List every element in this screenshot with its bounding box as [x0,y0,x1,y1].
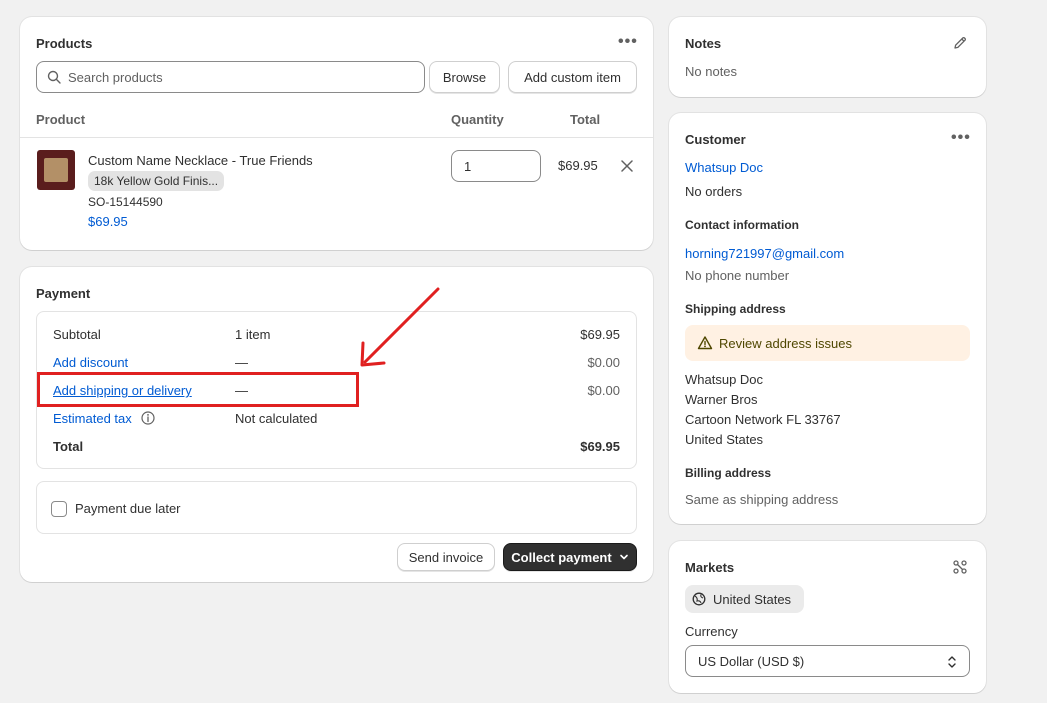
contact-info-title: Contact information [685,218,799,232]
market-badge: United States [685,585,804,613]
collect-payment-button[interactable]: Collect payment [503,543,637,571]
payment-due-later-label: Payment due later [75,501,181,516]
product-thumbnail-inner [44,158,68,182]
estimated-tax-link[interactable]: Estimated tax [53,411,132,426]
products-more-icon[interactable]: ••• [618,34,638,50]
currency-label: Currency [685,624,738,639]
products-title: Products [36,36,93,51]
address-line-3: Cartoon Network FL 33767 [685,412,841,427]
shipping-address-title: Shipping address [685,302,786,316]
warning-icon [697,336,713,350]
currency-selected-value: US Dollar (USD $) [698,654,805,669]
customer-name-link[interactable]: Whatsup Doc [685,160,763,175]
remove-item-icon[interactable] [621,160,633,172]
markets-card: Markets United States Currency US Dollar… [669,541,986,693]
total-amount: $69.95 [580,439,620,454]
subtotal-label: Subtotal [53,327,101,342]
header-product: Product [36,112,86,127]
payment-title: Payment [36,286,91,301]
billing-address-title: Billing address [685,466,772,480]
markets-title: Markets [685,560,735,575]
annotation-arrow-icon [360,287,440,367]
customer-title: Customer [685,132,746,147]
chevron-down-icon [619,554,628,560]
subtotal-amount: $69.95 [580,327,620,342]
quantity-input[interactable]: 1 [451,150,541,182]
subtotal-middle: 1 item [235,327,271,342]
address-line-4: United States [685,432,764,447]
discount-amount: $0.00 [587,355,620,370]
add-discount-link[interactable]: Add discount [53,355,128,370]
select-chevron-icon [948,656,956,668]
variant-badge: 18k Yellow Gold Finis... [88,171,225,191]
header-quantity: Quantity [451,112,504,127]
products-card: Products ••• Search products Browse Add … [20,17,653,250]
review-address-banner[interactable]: Review address issues [685,325,970,361]
product-sku: SO-15144590 [88,195,163,209]
customer-card: Customer ••• Whatsup Doc No orders Conta… [669,113,986,524]
product-name[interactable]: Custom Name Necklace - True Friends [88,153,313,168]
payment-due-later-box: Payment due later [36,481,637,534]
payment-due-later-checkbox[interactable] [51,501,67,517]
customer-more-icon[interactable]: ••• [951,130,971,146]
add-custom-item-button[interactable]: Add custom item [508,61,637,93]
product-price: $69.95 [88,214,128,229]
search-input[interactable]: Search products [36,61,425,93]
globe-icon [692,592,706,606]
notes-title: Notes [685,36,722,51]
send-invoice-button[interactable]: Send invoice [397,543,495,571]
discount-middle: — [235,355,248,370]
header-total: Total [570,112,601,127]
payment-card: Payment Subtotal 1 item $69.95 Add disco… [20,267,653,582]
pencil-icon[interactable] [952,35,968,51]
customer-orders: No orders [685,184,743,199]
shipping-amount: $0.00 [587,383,620,398]
customer-phone: No phone number [685,268,790,283]
billing-address-value: Same as shipping address [685,492,839,507]
review-address-label: Review address issues [719,336,852,351]
search-icon [47,70,61,84]
customer-email-link[interactable]: horning721997@gmail.com [685,246,844,261]
address-line-2: Warner Bros [685,392,758,407]
info-icon[interactable] [141,411,155,425]
line-total: $69.95 [558,158,598,173]
notes-card: Notes No notes [669,17,986,97]
markets-settings-icon[interactable] [952,559,968,575]
collect-payment-label: Collect payment [511,549,612,565]
header-divider [20,137,653,138]
browse-button[interactable]: Browse [429,61,500,93]
product-thumbnail[interactable] [37,150,75,190]
currency-select[interactable]: US Dollar (USD $) [685,645,970,677]
address-line-1: Whatsup Doc [685,372,764,387]
quantity-value: 1 [464,159,472,174]
notes-empty-text: No notes [685,64,738,79]
annotation-highlight-box [37,372,359,407]
search-placeholder: Search products [68,70,163,85]
total-label: Total [53,439,84,454]
tax-middle: Not calculated [235,411,318,426]
market-name: United States [713,592,792,607]
